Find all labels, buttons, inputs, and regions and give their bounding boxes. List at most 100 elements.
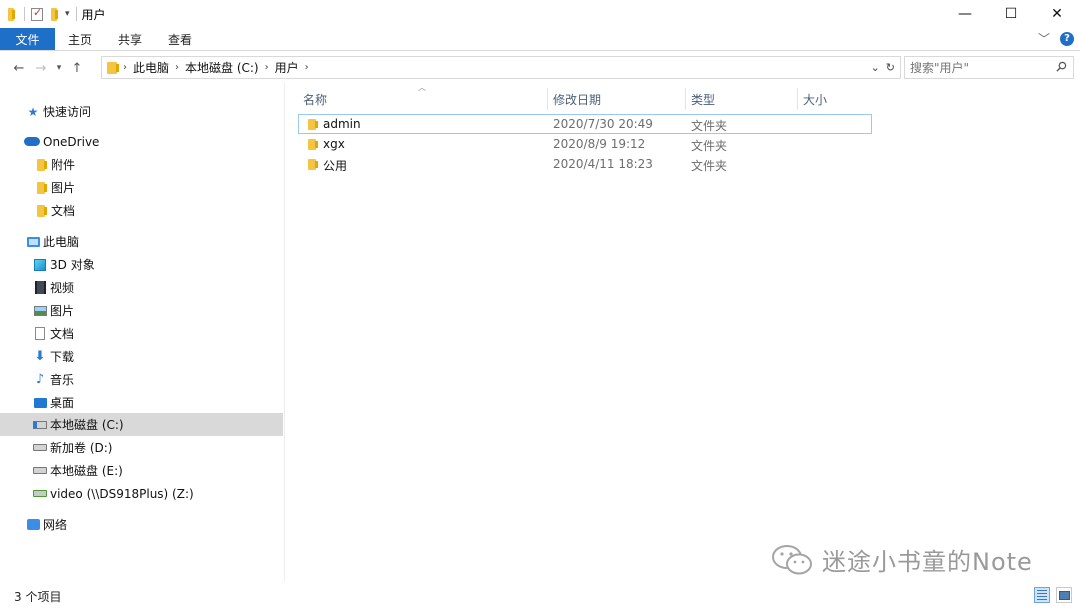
sidebar-item-onedrive-documents[interactable]: 文档 bbox=[0, 199, 283, 222]
maximize-button[interactable]: ☐ bbox=[988, 0, 1034, 28]
sidebar-item-new-volume-d[interactable]: 新加卷 (D:) bbox=[0, 436, 283, 459]
window-controls: — ☐ ✕ bbox=[942, 0, 1080, 28]
large-icons-view-icon bbox=[1058, 590, 1070, 600]
file-modified: 2020/8/9 19:12 bbox=[553, 137, 646, 151]
back-arrow-icon[interactable]: ← bbox=[8, 61, 30, 76]
column-header-name[interactable]: 名称 bbox=[298, 88, 548, 110]
address-bar[interactable]: › 此电脑 › 本地磁盘 (C:) › 用户 › ⌄ ↻ bbox=[101, 56, 901, 79]
breadcrumb-users[interactable]: 用户 bbox=[275, 59, 299, 76]
sidebar-item-music[interactable]: ♪ 音乐 bbox=[0, 368, 283, 391]
column-header-size[interactable]: 大小 bbox=[798, 88, 876, 110]
title-bar: ▾ 用户 — ☐ ✕ bbox=[0, 0, 1080, 28]
view-switcher bbox=[1034, 587, 1072, 603]
search-icon[interactable] bbox=[1056, 61, 1067, 72]
pictures-icon bbox=[33, 304, 47, 318]
music-icon: ♪ bbox=[35, 371, 45, 387]
sidebar-item-attachments[interactable]: 附件 bbox=[0, 153, 283, 176]
file-modified: 2020/4/11 18:23 bbox=[553, 157, 653, 171]
video-icon bbox=[33, 281, 47, 295]
star-icon: ★ bbox=[27, 104, 39, 119]
customize-toolbar-chevron-icon[interactable]: ▾ bbox=[65, 9, 70, 19]
tab-view[interactable]: 查看 bbox=[155, 28, 205, 50]
tab-file[interactable]: 文件 bbox=[0, 28, 55, 50]
sidebar-item-label: 桌面 bbox=[50, 396, 75, 410]
new-folder-icon[interactable] bbox=[49, 7, 61, 21]
properties-icon[interactable] bbox=[31, 6, 43, 21]
sidebar-item-videos[interactable]: 视频 bbox=[0, 276, 283, 299]
navigation-row: ← → ▾ ↑ › 此电脑 › 本地磁盘 (C:) › 用户 › ⌄ ↻ bbox=[0, 56, 1080, 80]
sidebar-item-network[interactable]: 网络 bbox=[0, 513, 283, 536]
sidebar-item-onedrive[interactable]: OneDrive bbox=[0, 130, 283, 153]
file-name: 公用 bbox=[323, 159, 348, 173]
sidebar-item-pictures[interactable]: 图片 bbox=[0, 299, 283, 322]
sidebar-item-label: 本地磁盘 (E:) bbox=[50, 464, 123, 478]
recent-locations-chevron-icon[interactable]: ▾ bbox=[52, 63, 66, 73]
breadcrumb-separator-icon[interactable]: › bbox=[175, 62, 179, 73]
tab-share[interactable]: 共享 bbox=[105, 28, 155, 50]
sidebar-item-desktop[interactable]: 桌面 bbox=[0, 391, 283, 414]
close-button[interactable]: ✕ bbox=[1034, 0, 1080, 28]
file-type: 文件夹 bbox=[691, 159, 728, 173]
column-header-type[interactable]: 类型 bbox=[686, 88, 798, 110]
file-name: admin bbox=[323, 117, 361, 131]
pane-splitter[interactable] bbox=[284, 82, 285, 582]
sidebar-item-quick-access[interactable]: ★ 快速访问 bbox=[0, 100, 283, 123]
table-row[interactable]: admin 2020/7/30 20:49 文件夹 bbox=[298, 114, 872, 134]
breadcrumb-this-pc[interactable]: 此电脑 bbox=[133, 59, 169, 76]
breadcrumb-local-disk-c[interactable]: 本地磁盘 (C:) bbox=[185, 59, 259, 76]
pc-icon bbox=[26, 235, 40, 249]
sidebar-item-local-disk-c[interactable]: 本地磁盘 (C:) bbox=[0, 413, 283, 436]
sidebar-item-this-pc[interactable]: 此电脑 bbox=[0, 230, 283, 253]
breadcrumb-separator-icon[interactable]: › bbox=[265, 62, 269, 73]
folder-icon bbox=[34, 158, 48, 172]
ribbon-right-controls: ﹀ ? bbox=[1038, 30, 1074, 47]
up-arrow-icon[interactable]: ↑ bbox=[66, 61, 88, 76]
breadcrumb-separator-icon[interactable]: › bbox=[123, 62, 127, 73]
sidebar-item-label: 音乐 bbox=[50, 373, 75, 387]
sidebar-item-label: 文档 bbox=[50, 327, 75, 341]
network-icon bbox=[26, 518, 40, 532]
cloud-icon bbox=[24, 135, 40, 149]
large-icons-view-button[interactable] bbox=[1056, 587, 1072, 603]
sidebar-item-label: 此电脑 bbox=[43, 235, 80, 249]
watermark-text: 迷途小书童的Note bbox=[822, 548, 1033, 576]
search-box[interactable] bbox=[904, 56, 1074, 79]
breadcrumb-separator-icon[interactable]: › bbox=[305, 62, 309, 73]
desktop-icon bbox=[33, 396, 47, 410]
sidebar-item-label: 网络 bbox=[43, 518, 68, 532]
folder-icon bbox=[34, 181, 48, 195]
search-input[interactable] bbox=[910, 60, 1050, 75]
folder-icon bbox=[308, 139, 318, 150]
column-header-modified[interactable]: 修改日期 bbox=[548, 88, 686, 110]
sidebar-item-label: 本地磁盘 (C:) bbox=[50, 418, 124, 432]
ribbon-tabs: 文件 主页 共享 查看 ﹀ ? bbox=[0, 28, 1080, 51]
sidebar-item-label: 快速访问 bbox=[43, 105, 92, 119]
forward-arrow-icon[interactable]: → bbox=[30, 61, 52, 76]
table-row[interactable]: 公用 2020/4/11 18:23 文件夹 bbox=[298, 154, 872, 174]
help-icon[interactable]: ? bbox=[1060, 31, 1074, 46]
folder-icon bbox=[308, 159, 318, 170]
item-count: 3 个项目 bbox=[14, 590, 62, 604]
sidebar-item-network-drive-z[interactable]: video (\\DS918Plus) (Z:) bbox=[0, 482, 283, 505]
details-view-icon bbox=[1037, 590, 1047, 600]
sidebar-item-onedrive-pictures[interactable]: 图片 bbox=[0, 176, 283, 199]
expand-ribbon-chevron-icon[interactable]: ﹀ bbox=[1038, 30, 1050, 47]
minimize-button[interactable]: — bbox=[942, 0, 988, 28]
sidebar-item-3d-objects[interactable]: 3D 对象 bbox=[0, 253, 283, 276]
folder-icon bbox=[107, 61, 119, 74]
watermark: 迷途小书童的Note bbox=[770, 542, 1033, 577]
refresh-icon[interactable]: ↻ bbox=[886, 61, 895, 74]
sidebar-item-local-disk-e[interactable]: 本地磁盘 (E:) bbox=[0, 459, 283, 482]
tab-home[interactable]: 主页 bbox=[55, 28, 105, 50]
table-row[interactable]: xgx 2020/8/9 19:12 文件夹 bbox=[298, 134, 872, 154]
file-type: 文件夹 bbox=[691, 139, 728, 153]
sidebar-item-documents[interactable]: 文档 bbox=[0, 322, 283, 345]
details-view-button[interactable] bbox=[1034, 587, 1050, 603]
download-icon: ⬇ bbox=[34, 348, 46, 364]
address-history-chevron-icon[interactable]: ⌄ bbox=[871, 61, 880, 74]
file-type: 文件夹 bbox=[691, 119, 728, 133]
sidebar-item-downloads[interactable]: ⬇ 下载 bbox=[0, 345, 283, 368]
sidebar-item-label: 图片 bbox=[51, 181, 76, 195]
sidebar-item-label: 3D 对象 bbox=[50, 258, 95, 272]
address-bar-controls: ⌄ ↻ bbox=[871, 57, 900, 78]
